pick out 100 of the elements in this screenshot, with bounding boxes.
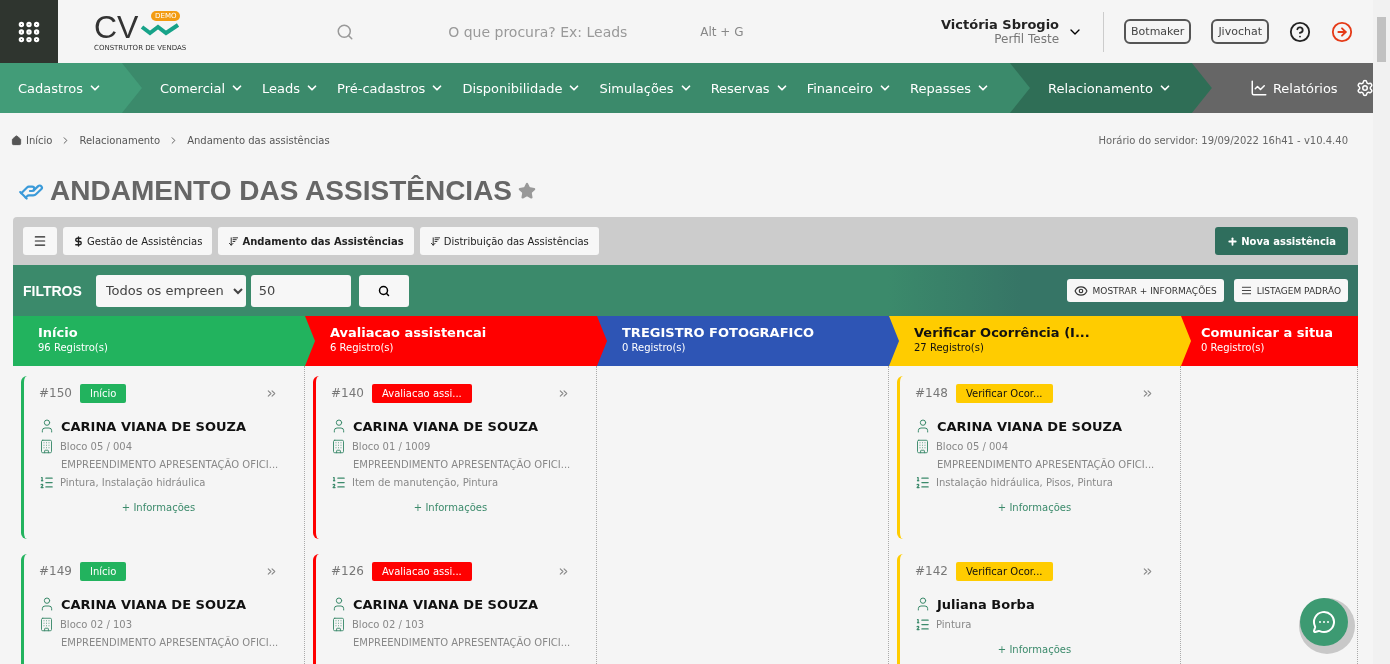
nav-menu-item[interactable]: Repasses (910, 80, 990, 96)
nav-menu-item[interactable]: Reservas (710, 80, 789, 96)
building-icon (39, 617, 54, 632)
chat-service-button[interactable]: Jivochat (1211, 19, 1269, 44)
user-name: Victória Sbrogio (941, 17, 1060, 32)
more-info-link[interactable]: + Informações (39, 502, 278, 513)
column-count: 27 Registro(s) (914, 342, 985, 353)
client-name: CARINA VIANA DE SOUZA (61, 418, 246, 434)
show-info-button[interactable]: MOSTRAR + INFORMAÇÕES (1066, 279, 1224, 302)
card-number: #148 (915, 386, 948, 400)
status-badge: Início (79, 561, 127, 581)
search-icon (336, 22, 355, 41)
services-text: Pintura, Instalação hidráulica (60, 477, 206, 488)
building-icon (331, 439, 346, 454)
person-icon (39, 418, 55, 434)
nav-menu-item[interactable]: Cadastros (18, 80, 102, 96)
column-count: 96 Registro(s) (38, 342, 109, 353)
column-count: 6 Registro(s) (330, 342, 395, 353)
card-number: #149 (39, 564, 72, 578)
list-icon (1240, 285, 1252, 296)
column-title: Comunicar a situa (1201, 325, 1335, 340)
card-number: #142 (915, 564, 948, 578)
card-number: #150 (39, 386, 72, 400)
line-chart-icon (1249, 79, 1268, 97)
breadcrumb-link[interactable]: Relacionamento (79, 134, 161, 146)
server-time: Horário do servidor: 19/09/2022 16h41 - v10.4.40 (1098, 134, 1348, 146)
search-button[interactable] (358, 274, 409, 307)
building-icon (39, 439, 54, 454)
services-text: Item de manutenção, Pintura (352, 477, 499, 488)
view-tab[interactable]: Distribuição das Assistências (419, 227, 599, 255)
status-badge: Verificar Ocor... (955, 383, 1053, 403)
project-text: EMPREENDIMENTO APRESENTAÇÃO OFICI... (353, 459, 571, 470)
unit-text: Bloco 01 / 1009 (352, 441, 431, 452)
breadcrumb-link[interactable]: Andamento das assistências (187, 134, 330, 146)
project-text: EMPREENDIMENTO APRESENTAÇÃO OFICI... (61, 459, 279, 470)
column-title: TREGISTRO FOTOGRAFICO (622, 325, 815, 340)
card-number: #126 (331, 564, 364, 578)
chat-bubble-icon (1312, 610, 1336, 634)
person-icon (915, 596, 931, 612)
nav-menu-item[interactable]: Financeiro (806, 80, 892, 96)
nav-menu-item[interactable]: Simulações (599, 80, 693, 96)
help-icon (1289, 20, 1311, 43)
favorite-star-icon[interactable] (518, 182, 537, 200)
column-title: Início (38, 325, 79, 340)
search-field[interactable]: O que procura? Ex: Leads (446, 22, 687, 41)
project-text: EMPREENDIMENTO APRESENTAÇÃO OFICI... (937, 459, 1155, 470)
logout-icon (1331, 20, 1353, 43)
plus-icon (1227, 235, 1239, 247)
chat-service-button[interactable]: Botmaker (1124, 19, 1192, 44)
filter-label: FILTROS (23, 282, 82, 299)
more-info-link[interactable]: + Informações (915, 502, 1154, 513)
search-icon (377, 284, 390, 297)
scrollbar[interactable] (1373, 0, 1390, 664)
building-icon (915, 439, 930, 454)
nav-menu-item[interactable]: Leads (262, 80, 320, 96)
services-text: Pintura (936, 619, 972, 630)
building-icon (331, 617, 346, 632)
person-icon (331, 418, 347, 434)
limit-field[interactable]: 50 (250, 274, 351, 307)
page-title: ANDAMENTO DAS ASSISTÊNCIAS (50, 175, 513, 207)
shortcut-hint: Alt + G (700, 24, 744, 39)
services-text: Instalação hidráulica, Pisos, Pintura (936, 477, 1113, 488)
more-info-link[interactable]: + Informações (331, 502, 570, 513)
sort-icon (228, 235, 240, 247)
client-name: Juliana Borba (937, 596, 1035, 612)
help-button[interactable] (1289, 20, 1311, 43)
logout-button[interactable] (1331, 20, 1353, 43)
nav-menu-item[interactable]: Disponibilidade (462, 80, 582, 96)
status-badge: Avaliacao assi... (371, 383, 472, 403)
view-tab[interactable]: Andamento das Assistências (218, 227, 414, 255)
apps-menu-button[interactable] (0, 0, 58, 63)
reports-link[interactable]: Relatórios (1249, 79, 1338, 97)
nav-menu-item[interactable]: Pré-cadastros (337, 80, 445, 96)
unit-text: Bloco 05 / 004 (936, 441, 1009, 452)
list-icon (39, 475, 54, 490)
breadcrumb-link[interactable]: Início (11, 134, 53, 146)
card-number: #140 (331, 386, 364, 400)
unit-text: Bloco 02 / 103 (352, 619, 425, 630)
project-select[interactable]: Todos os empreen (95, 274, 246, 307)
dollar-icon (73, 235, 84, 247)
person-icon (39, 596, 55, 612)
sort-icon (429, 235, 441, 247)
nav-menu-item[interactable]: Comercial (159, 80, 244, 96)
project-text: EMPREENDIMENTO APRESENTAÇÃO OFICI... (353, 637, 571, 648)
client-name: CARINA VIANA DE SOUZA (937, 418, 1122, 434)
list-icon (915, 617, 930, 632)
status-badge: Avaliacao assi... (371, 561, 472, 581)
default-list-button[interactable]: LISTAGEM PADRÃO (1233, 279, 1348, 302)
column-count: 0 Registro(s) (622, 342, 687, 353)
view-tab[interactable]: Gestão de Assistências (63, 227, 213, 255)
list-icon (915, 475, 930, 490)
project-text: EMPREENDIMENTO APRESENTAÇÃO OFICI... (61, 637, 279, 648)
status-badge: Verificar Ocor... (955, 561, 1053, 581)
new-assistance-button[interactable]: Nova assistência (1215, 227, 1348, 255)
client-name: CARINA VIANA DE SOUZA (353, 596, 538, 612)
menu-button[interactable] (23, 227, 57, 255)
settings-icon[interactable] (1355, 79, 1373, 97)
nav-menu-item[interactable]: Relacionamento (1047, 80, 1172, 96)
more-info-link[interactable]: + Informações (915, 644, 1154, 655)
home-icon (11, 134, 22, 146)
